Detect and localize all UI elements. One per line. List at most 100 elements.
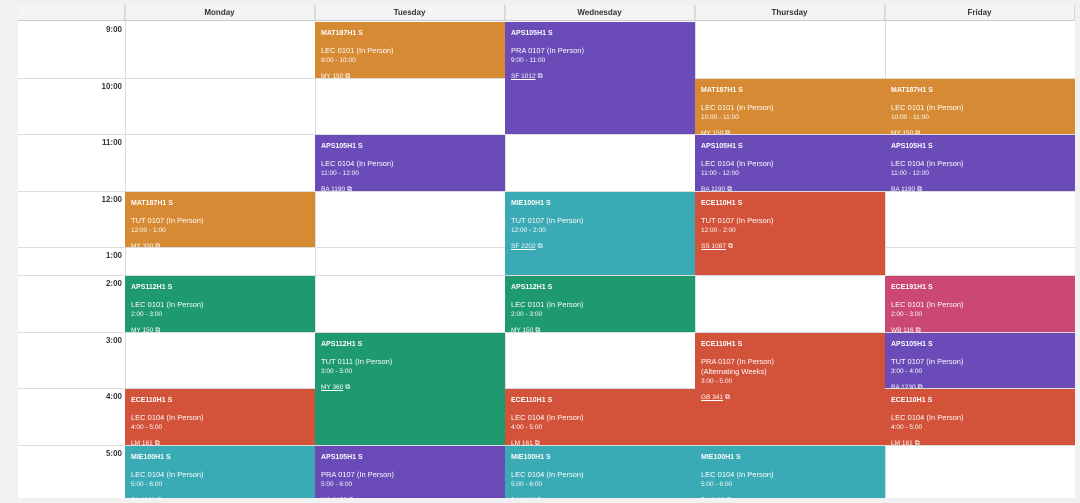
- course-event-block[interactable]: APS105H1 S TUT 0107 (In Person) 3:00 - 4:0…: [885, 333, 1075, 388]
- external-link-icon[interactable]: ⧉: [155, 243, 160, 247]
- room-link[interactable]: BA 1190: [701, 185, 725, 191]
- event-time: 12:00 - 1:00: [131, 227, 166, 234]
- room-link-row: BA 1230 ⧉: [891, 376, 1075, 388]
- room-link[interactable]: MY 150: [891, 129, 913, 134]
- external-link-icon[interactable]: ⧉: [727, 186, 732, 191]
- course-event-block[interactable]: APS105H1 S LEC 0104 (In Person) 11:00 - 12…: [315, 135, 505, 191]
- course-code: APS105H1 S: [701, 143, 743, 150]
- room-link[interactable]: BA 1190: [511, 496, 535, 498]
- course-event-block[interactable]: MIE100H1 S LEC 0104 (In Person) 5:00 - 6:0…: [125, 446, 315, 498]
- room-link[interactable]: SS 1087: [701, 242, 726, 251]
- room-link[interactable]: SF 1012: [511, 72, 536, 81]
- time-label: 12:00: [101, 195, 122, 204]
- external-link-icon[interactable]: ⧉: [728, 243, 733, 251]
- course-event-block[interactable]: ECE110H1 S TUT 0107 (In Person) 12:00 - 2:…: [695, 192, 885, 275]
- course-event-block[interactable]: APS112H1 S LEC 0101 (In Person) 2:00 - 3:0…: [125, 276, 315, 332]
- external-link-icon[interactable]: ⧉: [535, 440, 540, 445]
- course-code: APS105H1 S: [321, 454, 363, 461]
- course-code: ECE110H1 S: [511, 397, 553, 404]
- event-time: 5:00 - 6:00: [701, 481, 733, 488]
- course-event-block[interactable]: MAT187H1 S TUT 0107 (In Person) 12:00 - 1:…: [125, 192, 315, 247]
- room-link[interactable]: MY 150: [321, 72, 343, 78]
- section-label: LEC 0104 (In Person): [701, 470, 774, 479]
- room-link[interactable]: LM 161: [891, 439, 913, 445]
- room-link[interactable]: BA 1190: [701, 496, 725, 498]
- course-event-block[interactable]: ECE110H1 S LEC 0104 (In Person) 4:00 - 5:0…: [505, 389, 695, 445]
- room-link-row: MY 150 ⧉: [701, 122, 885, 134]
- room-link[interactable]: MY 150: [701, 129, 723, 134]
- course-event-block[interactable]: ECE110H1 S LEC 0104 (In Person) 4:00 - 5:0…: [885, 389, 1075, 445]
- course-event-block[interactable]: APS105H1 S PRA 0107 (In Person) 9:00 - 11:…: [505, 22, 695, 134]
- course-event-block[interactable]: APS105H1 S LEC 0104 (In Person) 11:00 - 12…: [885, 135, 1075, 191]
- course-event-block[interactable]: APS105H1 S PRA 0107 (In Person) 5:00 - 6:0…: [315, 446, 505, 498]
- day-header-tuesday: Tuesday: [315, 5, 505, 21]
- course-event-block[interactable]: ECE110H1 S PRA 0107 (In Person) (Alternati…: [695, 333, 885, 445]
- room-link[interactable]: LM 161: [511, 439, 533, 445]
- external-link-icon[interactable]: ⧉: [155, 440, 160, 445]
- section-label: TUT 0107 (In Person): [131, 216, 204, 225]
- room-link[interactable]: BA 1190: [321, 185, 345, 191]
- external-link-icon[interactable]: ⧉: [157, 497, 162, 498]
- course-code: MAT187H1 S: [131, 200, 173, 207]
- room-link[interactable]: LM 161: [131, 439, 153, 445]
- external-link-icon[interactable]: ⧉: [535, 327, 540, 332]
- event-time: 3:00 - 5:00: [321, 368, 353, 375]
- room-link[interactable]: MY 330: [131, 242, 153, 247]
- room-link[interactable]: BA 1190: [891, 185, 915, 191]
- room-link[interactable]: MY 150: [131, 326, 153, 332]
- event-time: 12:00 - 2:00: [511, 227, 546, 234]
- course-event-block[interactable]: APS112H1 S TUT 0111 (In Person) 3:00 - 5:0…: [315, 333, 505, 445]
- course-code: ECE110H1 S: [701, 200, 743, 207]
- course-event-block[interactable]: ECE110H1 S LEC 0104 (In Person) 4:00 - 5:0…: [125, 389, 315, 445]
- room-link[interactable]: MY 150: [511, 326, 533, 332]
- course-event-block[interactable]: MIE100H1 S LEC 0104 (In Person) 5:00 - 6:0…: [505, 446, 695, 498]
- room-link[interactable]: WB 116: [891, 326, 914, 332]
- event-time: 11:00 - 12:00: [891, 170, 929, 177]
- room-link[interactable]: BA 1230: [891, 383, 916, 388]
- course-code: ECE110H1 S: [131, 397, 173, 404]
- external-link-icon[interactable]: ⧉: [918, 384, 923, 388]
- section-label: PRA 0107 (In Person): [701, 357, 774, 366]
- room-link[interactable]: MY 360: [321, 383, 343, 392]
- external-link-icon[interactable]: ⧉: [537, 497, 542, 498]
- external-link-icon[interactable]: ⧉: [347, 186, 352, 191]
- external-link-icon[interactable]: ⧉: [916, 327, 921, 332]
- course-event-block[interactable]: APS112H1 S LEC 0101 (In Person) 2:00 - 3:0…: [505, 276, 695, 332]
- external-link-icon[interactable]: ⧉: [345, 384, 350, 392]
- external-link-icon[interactable]: ⧉: [538, 73, 543, 81]
- external-link-icon[interactable]: ⧉: [915, 130, 920, 134]
- room-link[interactable]: MS 2158: [321, 496, 347, 498]
- section-label: LEC 0104 (In Person): [131, 470, 204, 479]
- room-link[interactable]: BA 1190: [131, 496, 155, 498]
- external-link-icon[interactable]: ⧉: [349, 497, 354, 498]
- course-event-block[interactable]: MIE100H1 S TUT 0107 (In Person) 12:00 - 2:…: [505, 192, 695, 275]
- time-label: 2:00: [105, 279, 122, 288]
- event-time: 2:00 - 3:00: [891, 311, 923, 318]
- room-link[interactable]: GB 341: [701, 393, 723, 402]
- external-link-icon[interactable]: ⧉: [345, 73, 350, 78]
- external-link-icon[interactable]: ⧉: [727, 497, 732, 498]
- course-event-block[interactable]: MAT187H1 S LEC 0101 (In Person) 10:00 - 11…: [885, 79, 1075, 134]
- room-link-row: MS 2158⧉: [321, 489, 505, 498]
- room-link-row: BA 1190⧉: [701, 178, 885, 191]
- external-link-icon[interactable]: ⧉: [915, 440, 920, 445]
- time-label: 9:00: [105, 25, 122, 34]
- external-link-icon[interactable]: ⧉: [917, 186, 922, 191]
- external-link-icon[interactable]: ⧉: [538, 243, 543, 251]
- event-time: 3:00 - 5:00: [701, 378, 733, 385]
- event-time: 10:00 - 11:00: [891, 114, 929, 121]
- external-link-icon[interactable]: ⧉: [725, 394, 730, 402]
- external-link-icon[interactable]: ⧉: [155, 327, 160, 332]
- course-code: APS105H1 S: [891, 341, 933, 348]
- course-event-block[interactable]: MAT187H1 S LEC 0101 (In Person) 9:00 - 10:…: [315, 22, 505, 78]
- day-header-thursday: Thursday: [695, 5, 885, 21]
- course-event-block[interactable]: ECE191H1 S LEC 0101 (In Person) 2:00 - 3:0…: [885, 276, 1075, 332]
- course-event-block[interactable]: APS105H1 S LEC 0104 (In Person) 11:00 - 12…: [695, 135, 885, 191]
- room-link-row: MY 360 ⧉: [321, 376, 505, 394]
- external-link-icon[interactable]: ⧉: [725, 130, 730, 134]
- course-code: APS112H1 S: [131, 284, 173, 291]
- course-event-block[interactable]: MIE100H1 S LEC 0104 (In Person) 5:00 - 6:0…: [695, 446, 885, 498]
- course-event-block[interactable]: MAT187H1 S LEC 0101 (In Person) 10:00 - 11…: [695, 79, 885, 134]
- room-link[interactable]: SF 2202: [511, 242, 536, 251]
- room-link-row: GB 341 ⧉: [701, 386, 885, 404]
